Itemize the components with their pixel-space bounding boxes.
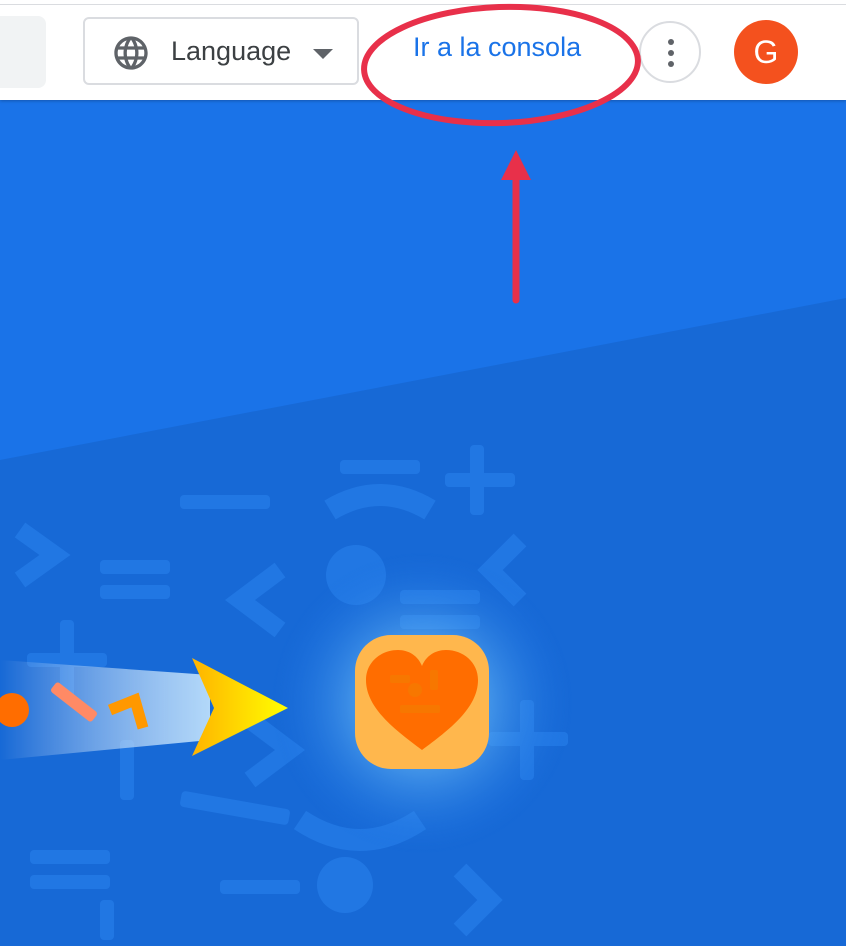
- caret-down-icon: [313, 49, 333, 59]
- hero-banner: [0, 100, 846, 946]
- more-options-button[interactable]: [639, 21, 701, 83]
- more-vert-icon: [668, 39, 674, 45]
- more-vert-icon-dot: [668, 50, 674, 56]
- top-bar: Language Ir a la consola G: [0, 0, 846, 100]
- hero-illustration: [0, 100, 846, 946]
- globe-icon: [114, 36, 148, 70]
- search-box-edge[interactable]: [0, 16, 46, 88]
- account-avatar[interactable]: G: [734, 20, 798, 84]
- more-vert-icon-dot: [668, 61, 674, 67]
- top-divider: [0, 4, 846, 5]
- language-selector[interactable]: Language: [83, 17, 359, 85]
- language-label: Language: [171, 36, 292, 66]
- go-to-console-link[interactable]: Ir a la consola: [413, 32, 581, 63]
